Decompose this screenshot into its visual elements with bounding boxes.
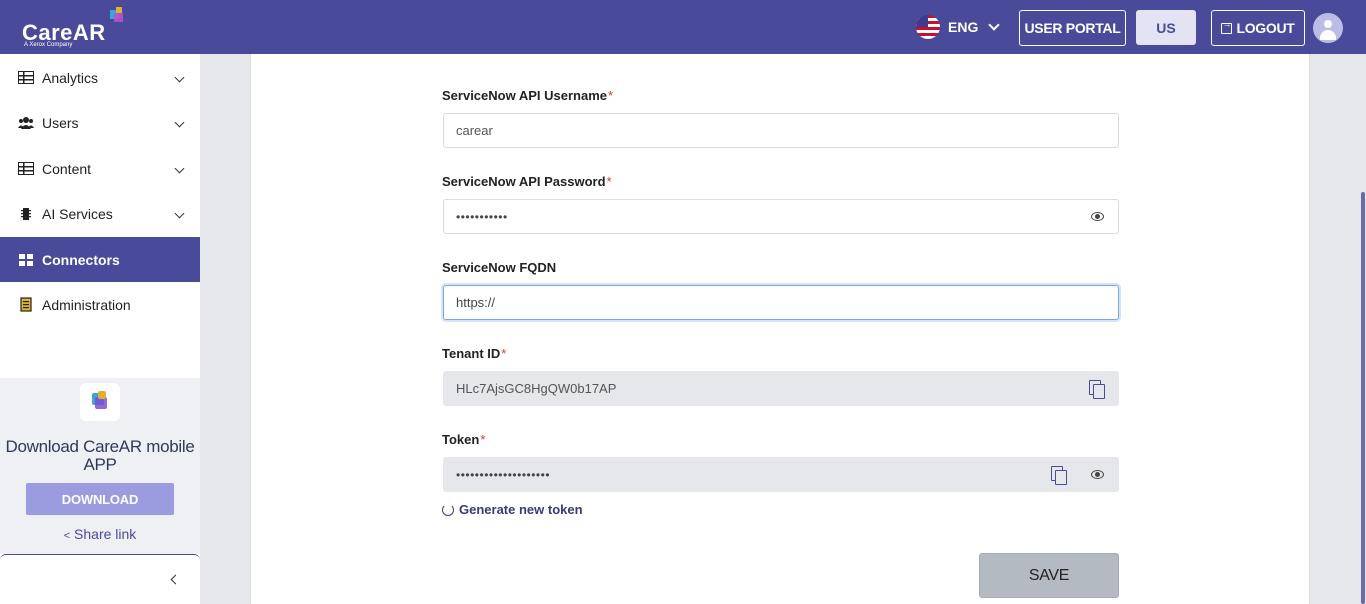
eye-icon[interactable]: [1088, 208, 1108, 226]
required-marker: *: [501, 346, 507, 361]
password-value: •••••••••••: [456, 209, 508, 224]
username-label-text: ServiceNow API Username: [442, 88, 607, 103]
top-bar: CareAR A Xerox Company ENG USER PORTAL U…: [0, 0, 1366, 54]
tenant-label-text: Tenant ID: [442, 346, 501, 361]
region-button[interactable]: US: [1136, 10, 1196, 45]
users-icon: [17, 116, 35, 130]
token-label: Token*: [442, 432, 485, 447]
tenant-id-label: Tenant ID*: [442, 346, 506, 361]
avatar-body: [1320, 30, 1336, 40]
password-field[interactable]: •••••••••••: [443, 199, 1119, 234]
grid-icon: [17, 253, 35, 267]
copy-icon[interactable]: [1051, 466, 1069, 486]
logout-label: LOGOUT: [1236, 20, 1295, 36]
carear-logo[interactable]: CareAR A Xerox Company: [22, 6, 132, 50]
password-label-text: ServiceNow API Password: [442, 174, 606, 189]
chevron-down-icon: [174, 208, 185, 219]
logo-tagline: A Xerox Company: [24, 42, 73, 48]
avatar-head: [1324, 20, 1332, 28]
share-link-label: Share link: [74, 526, 137, 542]
sidebar-item-users[interactable]: Users: [0, 100, 200, 145]
username-field[interactable]: carear: [443, 113, 1119, 148]
sidebar-item-label: AI Services: [42, 205, 113, 222]
required-marker: *: [607, 88, 614, 103]
logout-button[interactable]: LOGOUT: [1211, 10, 1305, 46]
carear-app-icon: [80, 383, 120, 421]
sidebar-item-label: Analytics: [42, 69, 99, 86]
username-value: carear: [456, 123, 493, 138]
sidebar-item-label: Content: [42, 160, 92, 177]
sidebar-item-content[interactable]: Content: [0, 146, 200, 191]
eye-icon[interactable]: [1088, 466, 1108, 484]
fqdn-value: https://: [456, 295, 496, 310]
copy-icon[interactable]: [1089, 380, 1107, 400]
save-button[interactable]: SAVE: [979, 553, 1119, 598]
generate-token-link[interactable]: Generate new token: [442, 502, 583, 517]
table-icon: [17, 71, 35, 85]
chevron-down-icon: [988, 19, 1001, 31]
sidebar-collapse-button[interactable]: [0, 554, 200, 604]
token-field: ••••••••••••••••••••: [443, 457, 1119, 492]
sidebar-item-label: Connectors: [42, 251, 120, 268]
sidebar-item-analytics[interactable]: Analytics: [0, 55, 200, 100]
language-label: ENG: [948, 19, 979, 35]
tenant-id-field: HLc7AjsGC8HgQW0b17AP: [443, 371, 1119, 406]
us-flag-icon: [916, 15, 940, 39]
logo-cube-icon: [110, 7, 123, 22]
sidebar-item-label: Users: [42, 114, 79, 131]
required-marker: *: [480, 432, 486, 447]
mobile-app-promo: Download CareAR mobile APP DOWNLOAD < Sh…: [0, 378, 200, 554]
table-icon: [17, 162, 35, 176]
password-label: ServiceNow API Password*: [442, 174, 612, 189]
fqdn-label-text: ServiceNow FQDN: [442, 260, 557, 275]
sidebar-item-label: Administration: [42, 296, 131, 313]
refresh-icon: [442, 503, 454, 516]
language-selector[interactable]: ENG: [916, 14, 1001, 40]
logout-icon: [1221, 19, 1233, 34]
username-label: ServiceNow API Username*: [442, 88, 613, 103]
token-value: ••••••••••••••••••••: [456, 467, 551, 482]
token-label-text: Token: [442, 432, 480, 447]
user-portal-button[interactable]: USER PORTAL: [1019, 10, 1126, 46]
required-marker: *: [606, 174, 612, 189]
chevron-down-icon: [174, 163, 185, 174]
chevron-down-icon: [174, 72, 185, 83]
chip-icon: [17, 207, 35, 221]
share-link[interactable]: < Share link: [0, 526, 200, 542]
promo-title: Download CareAR mobile APP: [5, 437, 195, 474]
sidebar-item-ai-services[interactable]: AI Services: [0, 191, 200, 236]
avatar[interactable]: [1313, 13, 1343, 43]
clipboard-icon: [17, 297, 35, 312]
tenant-id-value: HLc7AjsGC8HgQW0b17AP: [456, 381, 617, 396]
fqdn-label: ServiceNow FQDN: [442, 260, 556, 275]
share-icon: <: [63, 530, 71, 542]
sidebar: Analytics Users Content AI Services Conn…: [0, 54, 200, 604]
chevron-down-icon: [174, 117, 185, 128]
sidebar-item-administration[interactable]: Administration: [0, 282, 200, 327]
chevron-left-icon: [170, 574, 181, 585]
generate-token-label: Generate new token: [459, 502, 583, 517]
scrollbar-thumb[interactable]: [1361, 192, 1365, 604]
download-button[interactable]: DOWNLOAD: [26, 483, 174, 515]
sidebar-item-connectors[interactable]: Connectors: [0, 237, 200, 282]
fqdn-field[interactable]: https://: [443, 285, 1119, 320]
